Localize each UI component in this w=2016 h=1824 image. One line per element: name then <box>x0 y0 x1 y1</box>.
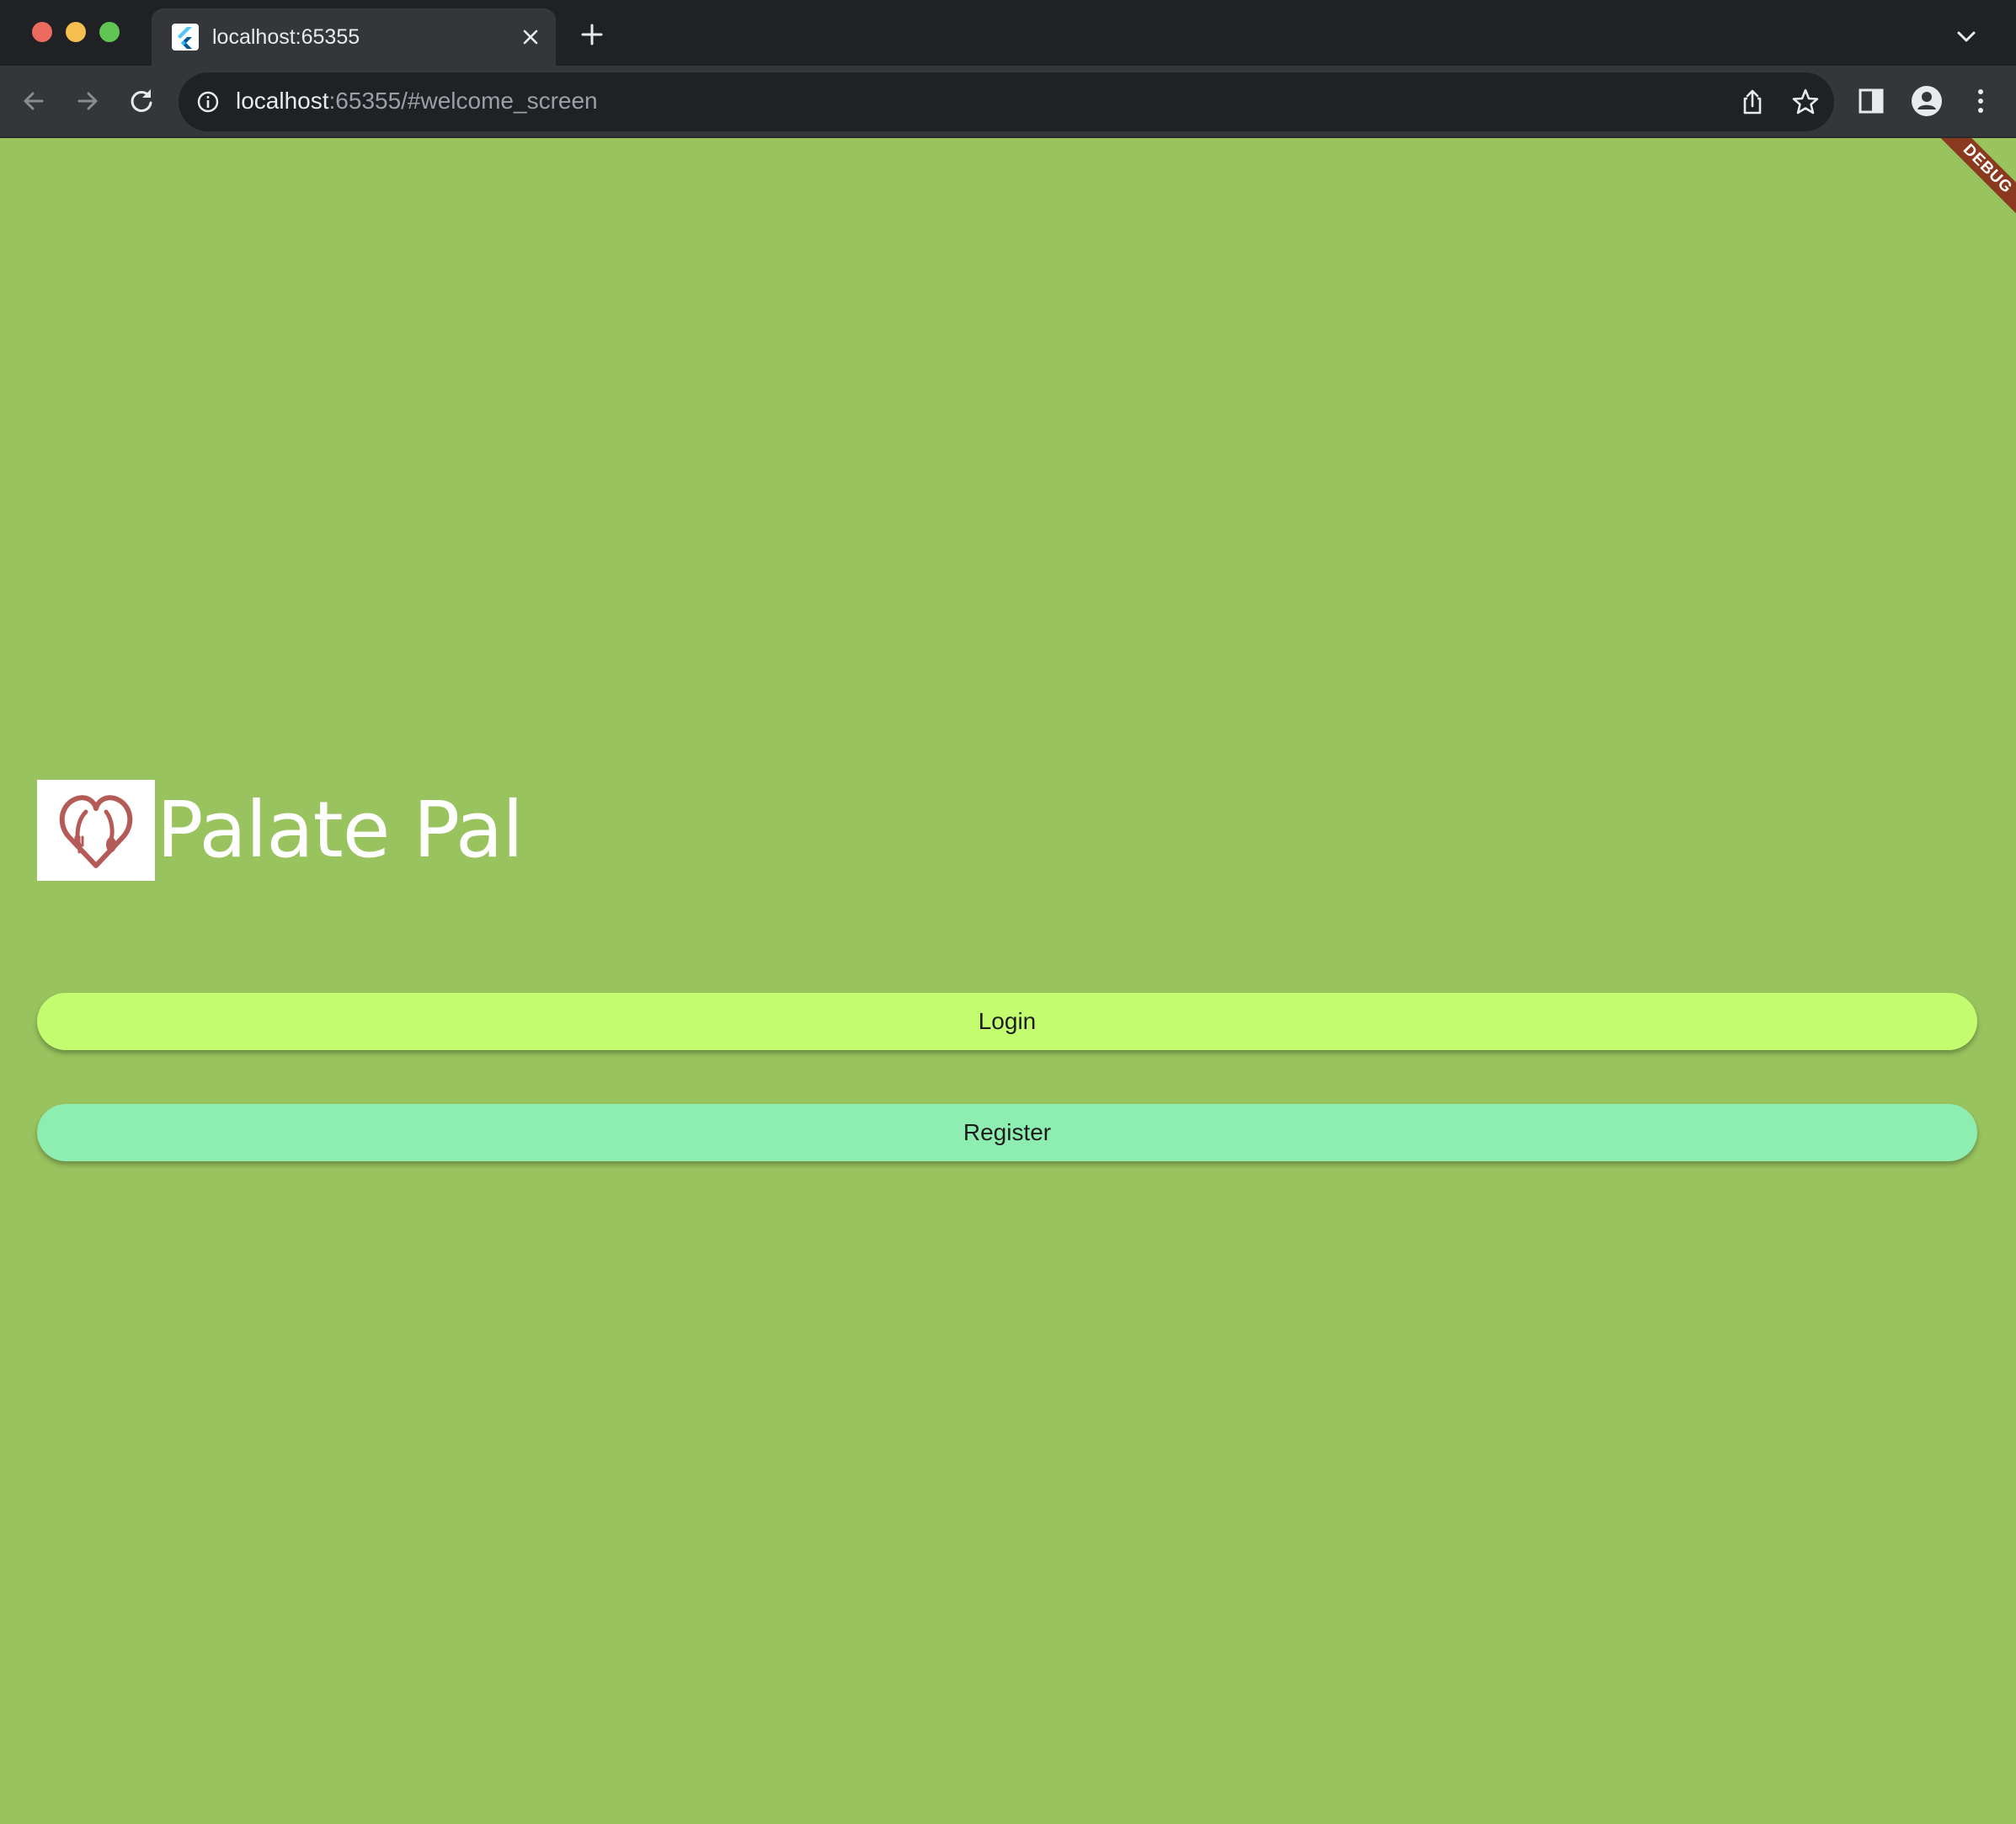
app-title: Palate Pal <box>157 785 524 875</box>
url-host: localhost <box>236 88 329 114</box>
tab-close-icon[interactable] <box>517 24 544 51</box>
flutter-favicon-icon <box>172 24 199 51</box>
address-bar[interactable]: localhost:65355/#welcome_screen <box>179 72 1834 131</box>
login-button[interactable]: Login <box>37 993 1977 1050</box>
tab-search-chevron-down-icon[interactable] <box>1952 24 1981 49</box>
browser-toolbar: localhost:65355/#welcome_screen <box>0 66 2016 138</box>
new-tab-plus-icon[interactable] <box>578 20 606 49</box>
reload-icon[interactable] <box>125 84 158 118</box>
window-minimize-button[interactable] <box>66 22 86 42</box>
share-icon[interactable] <box>1738 88 1767 116</box>
heart-fork-spoon-logo-icon <box>59 795 133 868</box>
browser-tab[interactable]: localhost:65355 <box>152 8 556 66</box>
url-path: :65355/#welcome_screen <box>328 88 598 114</box>
debug-banner: DEBUG <box>1920 138 2016 237</box>
window-close-button[interactable] <box>32 22 52 42</box>
window-zoom-button[interactable] <box>99 22 120 42</box>
site-info-icon[interactable] <box>195 89 221 115</box>
register-button[interactable]: Register <box>37 1104 1977 1161</box>
kebab-menu-icon[interactable] <box>1965 84 1996 118</box>
app-logo <box>37 780 155 881</box>
tab-title: localhost:65355 <box>212 25 360 49</box>
app-viewport: DEBUG Palate Pal Login Register <box>0 138 2016 1824</box>
side-panel-icon[interactable] <box>1856 86 1886 116</box>
forward-arrow-icon[interactable] <box>71 84 104 118</box>
brand-header: Palate Pal <box>37 780 524 881</box>
bookmark-star-icon[interactable] <box>1790 87 1821 117</box>
profile-avatar-icon[interactable] <box>1910 84 1944 118</box>
back-arrow-icon[interactable] <box>17 84 51 118</box>
browser-titlebar: localhost:65355 <box>0 0 2016 66</box>
url-text: localhost:65355/#welcome_screen <box>236 88 598 115</box>
